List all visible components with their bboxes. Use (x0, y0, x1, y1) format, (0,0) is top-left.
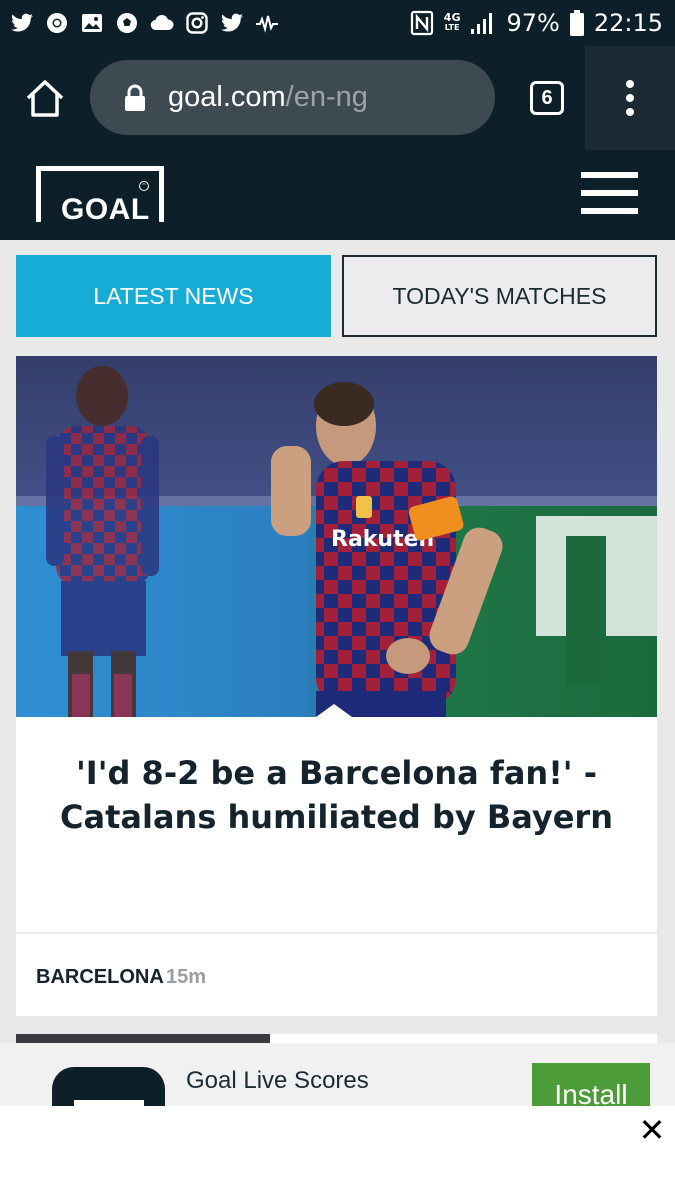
url-text: goal.com/en-ng (168, 81, 368, 114)
article-headline[interactable]: 'I'd 8-2 be a Barcelona fan!' - Catalans… (36, 751, 637, 839)
instagram-icon (186, 12, 208, 34)
tab-latest-news[interactable]: LATEST NEWS (16, 255, 331, 337)
address-bar[interactable]: goal.com/en-ng (90, 60, 495, 135)
app-icon (52, 1067, 165, 1108)
nfc-icon (410, 10, 433, 36)
app-name: Goal Live Scores (186, 1067, 369, 1094)
browser-toolbar: goal.com/en-ng 6 (0, 46, 675, 150)
chrome-icon (47, 13, 67, 33)
soccer-ball-icon (117, 13, 137, 33)
article-tag[interactable]: BARCELONA (36, 966, 164, 989)
battery-icon (569, 10, 584, 36)
url-domain: goal.com (168, 81, 286, 113)
cloud-icon (150, 15, 174, 31)
close-icon[interactable]: ✕ (634, 1111, 670, 1149)
network-type: 4G LTE (443, 11, 461, 33)
home-icon[interactable] (24, 78, 66, 118)
lock-icon (125, 84, 145, 111)
article-hero-image[interactable]: Rakuten (16, 356, 657, 717)
audio-wave-icon (256, 15, 278, 33)
network-sub-label: LTE (444, 23, 460, 32)
system-status: 4G LTE 97% 22:15 (410, 0, 663, 46)
goal-logo[interactable]: GOAL ™ (36, 166, 164, 226)
card-divider (16, 932, 657, 934)
status-bar: 4G LTE 97% 22:15 (0, 0, 675, 46)
gallery-icon (82, 14, 102, 32)
site-header: GOAL ™ (0, 150, 675, 240)
signal-icon (471, 13, 493, 34)
goal-logo-text: GOAL (61, 193, 150, 226)
install-button[interactable]: Install (532, 1063, 650, 1108)
trademark-icon: ™ (139, 181, 149, 191)
url-path: /en-ng (285, 81, 368, 113)
network-label: 4G (443, 11, 461, 24)
tab-todays-matches[interactable]: TODAY'S MATCHES (342, 255, 657, 337)
ad-area (0, 1106, 675, 1200)
battery-percent: 97% (506, 9, 560, 37)
article-time: 15m (166, 966, 207, 988)
more-options-icon[interactable] (585, 46, 675, 150)
tab-switcher-button[interactable]: 6 (530, 81, 564, 115)
article-card[interactable]: Rakuten 'I'd 8-2 be a Barcelona fan!' - … (16, 356, 657, 1016)
twitter-icon (11, 13, 33, 32)
clock: 22:15 (593, 9, 663, 37)
notification-icons (0, 11, 279, 35)
app-install-banner[interactable]: Goal Live Scores Install (0, 1043, 675, 1108)
hamburger-menu-icon[interactable] (581, 172, 638, 214)
twitter-icon (221, 13, 243, 32)
